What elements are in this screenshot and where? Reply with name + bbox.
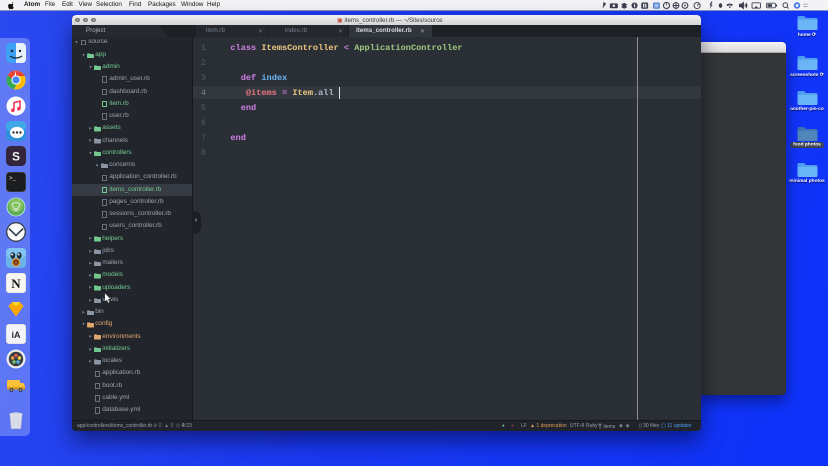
svg-text:iA: iA bbox=[11, 330, 21, 340]
svg-text:>_: >_ bbox=[9, 175, 17, 182]
svg-text:S: S bbox=[11, 150, 19, 164]
svg-text:N: N bbox=[11, 276, 21, 291]
